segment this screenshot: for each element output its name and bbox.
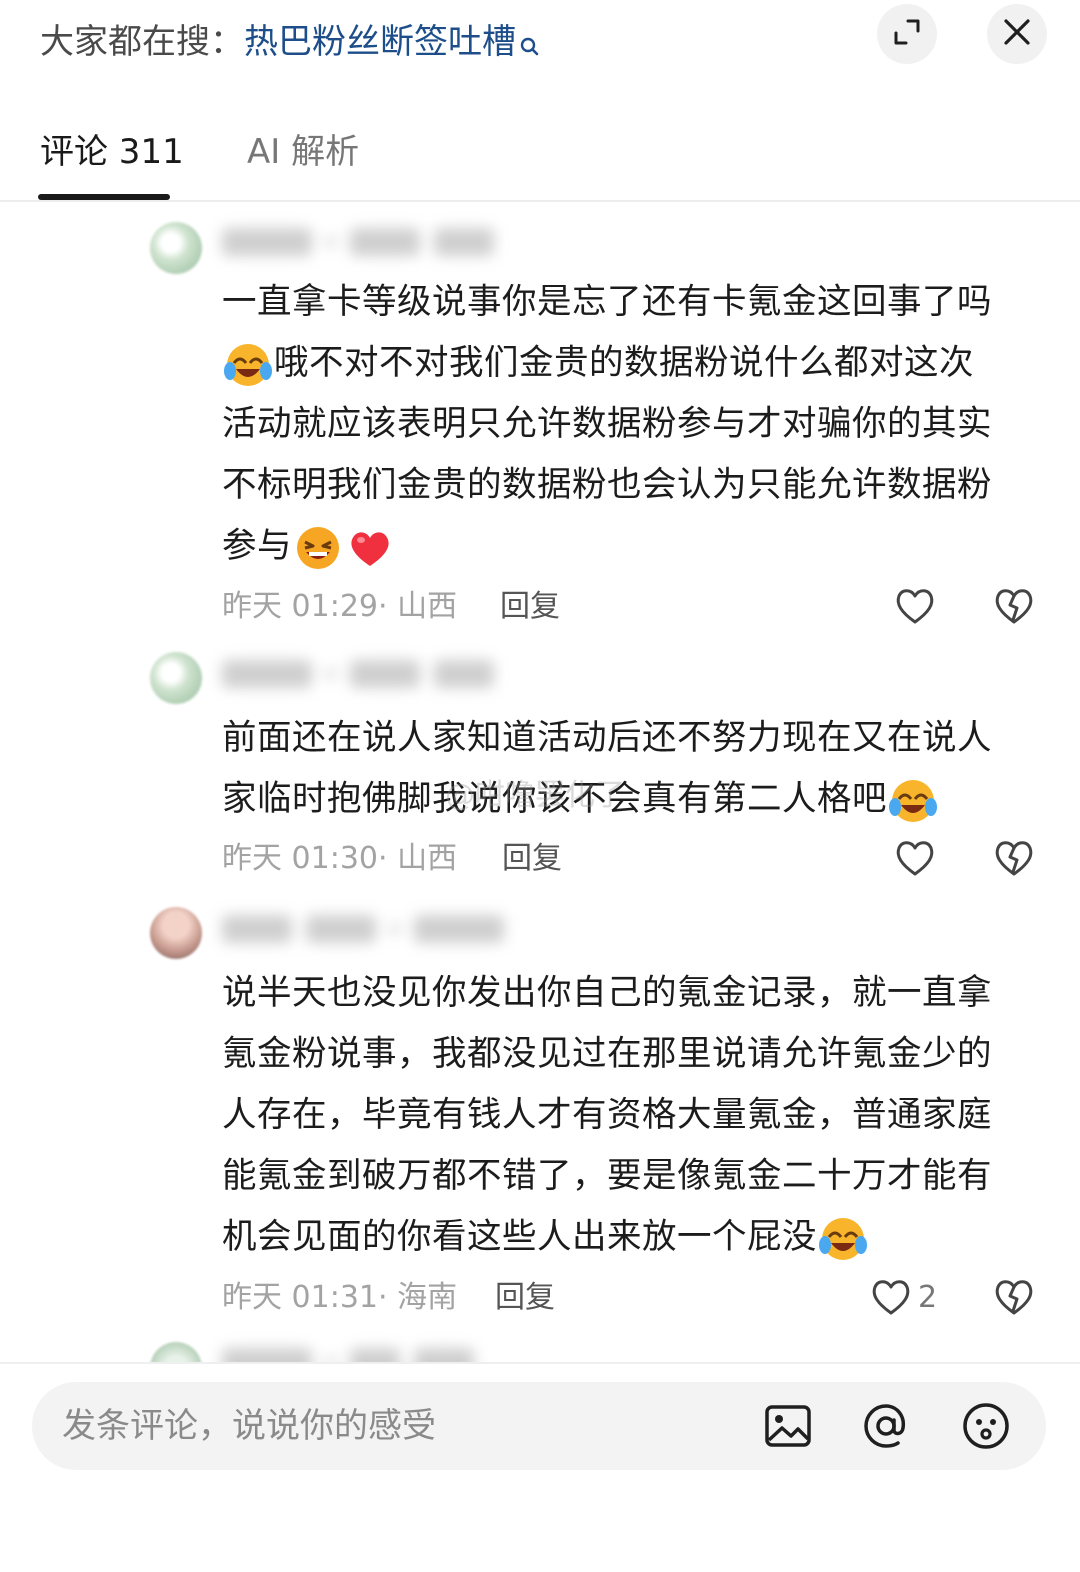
username-blurred bbox=[222, 915, 542, 949]
broken-heart-icon bbox=[992, 1280, 1036, 1323]
comment-line: 一直拿卡等级说事你是忘了还有卡氪金这回事了吗 bbox=[222, 282, 992, 322]
comment-meta: 昨天 01:29· 山西 bbox=[222, 589, 458, 624]
like-button[interactable] bbox=[893, 836, 937, 880]
broken-heart-icon bbox=[992, 589, 1036, 632]
reply-button[interactable]: 回复 bbox=[500, 586, 560, 628]
watermark: @咁噜罢化了 bbox=[445, 778, 625, 813]
comment-line-with-emoji: 参与 bbox=[222, 516, 1037, 577]
comment-line: 氪金粉说事，我都没见过在那里说请允许氪金少的 bbox=[222, 1034, 992, 1074]
comment-line: 机会见面的你看这些人出来放一个屁没 bbox=[222, 1217, 817, 1257]
dislike-button[interactable] bbox=[992, 836, 1036, 880]
image-button[interactable] bbox=[760, 1398, 816, 1454]
avatar[interactable] bbox=[150, 907, 202, 959]
dislike-button[interactable] bbox=[992, 1275, 1036, 1319]
comment-text: 说半天也没见你发出你自己的氪金记录，就一直拿 氪金粉说事，我都没见过在那里说请允… bbox=[222, 963, 1037, 1268]
like-count: 2 bbox=[918, 1280, 938, 1315]
laugh-cry-emoji-icon bbox=[889, 777, 937, 825]
comment-line-with-emoji: 哦不对不对我们金贵的数据粉说什么都对这次 bbox=[222, 333, 1037, 394]
active-tab-indicator bbox=[38, 194, 170, 200]
tab-bar: 评论 311 AI 解析 bbox=[0, 110, 1080, 202]
comment-input-placeholder: 发条评论，说说你的感受 bbox=[62, 1406, 436, 1446]
close-icon bbox=[1003, 18, 1031, 50]
like-button[interactable] bbox=[869, 1275, 913, 1319]
broken-heart-icon bbox=[992, 841, 1036, 884]
comment-text: 前面还在说人家知道活动后还不努力现在又在说人 家临时抱佛脚我说你该不会真有第二人… bbox=[222, 708, 1037, 830]
tab-ai-analysis[interactable]: AI 解析 bbox=[247, 128, 359, 176]
avatar[interactable] bbox=[150, 1342, 202, 1362]
grin-emoji-icon bbox=[294, 524, 342, 572]
laugh-cry-emoji-icon bbox=[819, 1215, 867, 1263]
image-icon bbox=[760, 1405, 816, 1458]
comment-text: 一直拿卡等级说事你是忘了还有卡氪金这回事了吗 哦不对不对我们金贵的数据粉说什么都… bbox=[222, 272, 1037, 577]
comment-input-bar: 发条评论，说说你的感受 bbox=[0, 1362, 1080, 1572]
comment-line-with-emoji: 家临时抱佛脚我说你该不会真有第二人格吧 bbox=[222, 769, 1037, 830]
red-heart-emoji-icon bbox=[346, 524, 394, 572]
close-button[interactable] bbox=[987, 4, 1047, 64]
trending-term[interactable]: 热巴粉丝断签吐槽 bbox=[244, 22, 516, 62]
comment-input[interactable]: 发条评论，说说你的感受 bbox=[32, 1382, 1046, 1470]
heart-icon bbox=[869, 1280, 913, 1323]
username-blurred bbox=[222, 1348, 542, 1362]
reply-button[interactable]: 回复 bbox=[502, 838, 562, 880]
emoji-button[interactable] bbox=[958, 1398, 1014, 1454]
tab-comments[interactable]: 评论 311 bbox=[40, 128, 184, 176]
dislike-button[interactable] bbox=[992, 584, 1036, 628]
comment-meta: 昨天 01:31· 海南 bbox=[222, 1280, 458, 1315]
comment-line: 活动就应该表明只允许数据粉参与才对骗你的其实 bbox=[222, 404, 992, 444]
comment-line-with-emoji: 机会见面的你看这些人出来放一个屁没 bbox=[222, 1207, 1037, 1268]
avatar[interactable] bbox=[150, 222, 202, 274]
reply-button[interactable]: 回复 bbox=[495, 1277, 555, 1319]
username-blurred bbox=[222, 228, 542, 262]
comment-line: 说半天也没见你发出你自己的氪金记录，就一直拿 bbox=[222, 973, 992, 1013]
comment-meta: 昨天 01:30· 山西 bbox=[222, 841, 458, 876]
username-blurred bbox=[222, 660, 542, 694]
comment-line: 能氪金到破万都不错了，要是像氪金二十万才能有 bbox=[222, 1156, 992, 1196]
laugh-cry-emoji-icon bbox=[224, 341, 272, 389]
comment-line: 人存在，毕竟有钱人才有资格大量氪金，普通家庭 bbox=[222, 1095, 992, 1135]
trending-search[interactable]: 大家都在搜：热巴粉丝断签吐槽 bbox=[40, 18, 540, 72]
avatar[interactable] bbox=[150, 652, 202, 704]
comment-line: 前面还在说人家知道活动后还不努力现在又在说人 bbox=[222, 718, 992, 758]
expand-icon bbox=[892, 17, 922, 51]
mention-button[interactable] bbox=[858, 1398, 914, 1454]
comment-line: 哦不对不对我们金贵的数据粉说什么都对这次 bbox=[274, 343, 974, 383]
trending-prefix: 大家都在搜： bbox=[40, 22, 244, 62]
heart-icon bbox=[893, 841, 937, 884]
search-icon bbox=[520, 24, 540, 72]
top-bar: 大家都在搜：热巴粉丝断签吐槽 bbox=[0, 0, 1080, 90]
like-button[interactable] bbox=[893, 584, 937, 628]
comment-line: 参与 bbox=[222, 526, 292, 566]
comment-line: 不标明我们金贵的数据粉也会认为只能允许数据粉 bbox=[222, 465, 992, 505]
emoji-icon bbox=[958, 1403, 1014, 1458]
heart-icon bbox=[893, 589, 937, 632]
at-icon bbox=[858, 1404, 914, 1458]
expand-button[interactable] bbox=[877, 4, 937, 64]
